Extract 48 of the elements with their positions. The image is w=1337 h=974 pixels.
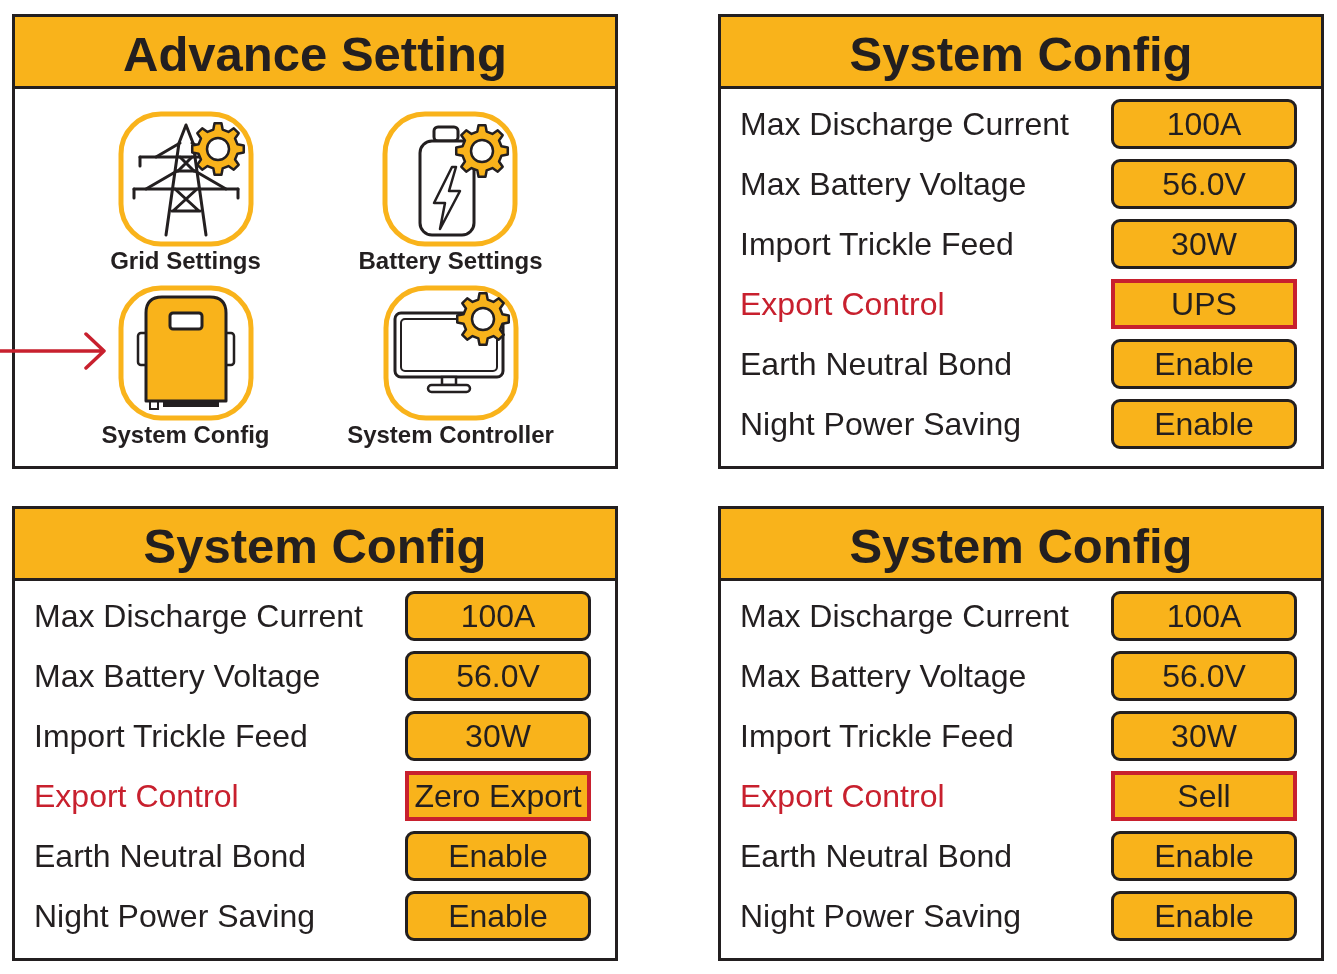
panel-title: Advance Setting <box>123 30 507 79</box>
value-button[interactable]: Zero Export <box>405 771 591 821</box>
setting-label: Earth Neutral Bond <box>740 837 1013 876</box>
monitor-gear-icon <box>382 285 519 421</box>
value-button[interactable]: 56.0V <box>1111 159 1297 209</box>
value-button[interactable]: 30W <box>405 711 591 761</box>
menu-item[interactable]: Battery Settings <box>358 111 543 275</box>
value-button[interactable]: Sell <box>1111 771 1297 821</box>
setting-label: Import Trickle Feed <box>740 225 1014 264</box>
value-button[interactable]: 100A <box>1111 591 1297 641</box>
device-box-icon <box>117 285 254 421</box>
value-button[interactable]: 30W <box>1111 219 1297 269</box>
value-button[interactable]: Enable <box>405 891 591 941</box>
setting-label: Night Power Saving <box>740 897 1022 936</box>
value-button[interactable]: 100A <box>1111 99 1297 149</box>
menu-item[interactable]: System Controller <box>347 285 554 449</box>
setting-label: Earth Neutral Bond <box>34 837 307 876</box>
value-button[interactable]: Enable <box>1111 399 1297 449</box>
value-button[interactable]: Enable <box>1111 891 1297 941</box>
value-button[interactable]: 100A <box>405 591 591 641</box>
setting-label: Export Control <box>740 285 945 324</box>
power-tower-gear-icon <box>117 111 254 247</box>
value-button[interactable]: Enable <box>405 831 591 881</box>
setting-label: Import Trickle Feed <box>740 717 1014 756</box>
setting-label: Night Power Saving <box>740 405 1022 444</box>
setting-label: Import Trickle Feed <box>34 717 308 756</box>
panel-title: System Config <box>849 522 1193 571</box>
menu-item[interactable]: System Config <box>101 285 270 449</box>
setting-label: Max Discharge Current <box>740 105 1069 144</box>
value-button[interactable]: UPS <box>1111 279 1297 329</box>
value-button[interactable]: 56.0V <box>1111 651 1297 701</box>
setting-label: Earth Neutral Bond <box>740 345 1013 384</box>
setting-label: Export Control <box>34 777 239 816</box>
menu-item[interactable]: Grid Settings <box>110 111 261 275</box>
setting-label: Max Battery Voltage <box>740 165 1027 204</box>
value-button[interactable]: Enable <box>1111 831 1297 881</box>
setting-label: Max Battery Voltage <box>34 657 321 696</box>
battery-gear-icon <box>382 111 519 247</box>
panel-title: System Config <box>143 522 487 571</box>
setting-label: Night Power Saving <box>34 897 316 936</box>
value-button[interactable]: 56.0V <box>405 651 591 701</box>
setting-label: Max Discharge Current <box>34 597 363 636</box>
value-button[interactable]: 30W <box>1111 711 1297 761</box>
setting-label: Export Control <box>740 777 945 816</box>
value-button[interactable]: Enable <box>1111 339 1297 389</box>
panel-title: System Config <box>849 30 1193 79</box>
setting-label: Max Battery Voltage <box>740 657 1027 696</box>
setting-label: Max Discharge Current <box>740 597 1069 636</box>
